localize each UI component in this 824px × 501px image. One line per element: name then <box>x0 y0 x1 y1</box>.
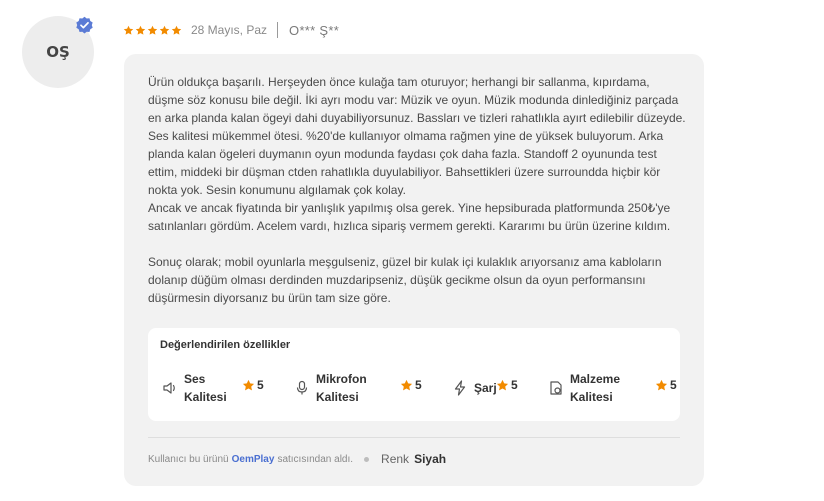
microphone-icon <box>294 380 310 396</box>
review-paragraph-1: Ürün oldukça başarılı. Herşeyden önce ku… <box>148 75 686 197</box>
feature-material-score: 5 <box>655 378 677 392</box>
feature-charging-score: 5 <box>496 378 518 392</box>
star-icon <box>242 379 255 390</box>
seller-link[interactable]: OemPlay <box>232 454 275 465</box>
purchase-prefix: Kullanıcı bu ürünü <box>148 453 229 465</box>
star-icon <box>400 379 413 390</box>
feature-charging: Şarj <box>452 370 497 406</box>
feature-material-quality: Malzeme Kalitesi <box>548 370 620 406</box>
feature-sound-quality: Ses Kalitesi <box>162 370 227 406</box>
star-icon <box>171 25 182 35</box>
feature-label: Ses Kalitesi <box>184 372 227 404</box>
rated-features-title: Değerlendirilen özellikler <box>160 339 291 351</box>
review-date: 28 Mayıs, Paz <box>191 23 268 37</box>
verified-badge-icon <box>76 16 93 34</box>
feature-label: Şarj <box>474 381 497 395</box>
review-text: Ürün oldukça başarılı. Herşeyden önce ku… <box>148 73 688 307</box>
star-icon <box>147 25 158 35</box>
review-paragraph-2: Ancak ve ancak fiyatında bir yanlışlık y… <box>148 201 671 233</box>
rated-features-panel: Değerlendirilen özellikler Ses Kalitesi 5… <box>148 328 680 421</box>
star-icon <box>159 25 170 35</box>
review-card: Ürün oldukça başarılı. Herşeyden önce ku… <box>124 54 704 486</box>
speaker-icon <box>162 380 178 396</box>
separator-dot <box>364 456 370 462</box>
star-icon <box>655 379 668 390</box>
feature-mic-quality: Mikrofon Kalitesi <box>294 370 367 406</box>
review-paragraph-3: Sonuç olarak; mobil oyunlarla meşgulseni… <box>148 255 662 305</box>
star-icon <box>496 379 509 390</box>
card-divider <box>148 437 680 438</box>
star-rating <box>123 25 182 36</box>
star-icon <box>123 25 134 35</box>
feature-sound-score: 5 <box>242 378 264 392</box>
feature-label: Mikrofon Kalitesi <box>316 372 367 404</box>
feature-label: Malzeme Kalitesi <box>570 372 621 404</box>
review-header: 28 Mayıs, Paz O*** Ş** <box>123 20 339 40</box>
feature-mic-score: 5 <box>400 378 422 392</box>
star-icon <box>135 25 146 35</box>
bolt-icon <box>452 380 468 396</box>
purchase-suffix: satıcısından aldı. <box>277 453 354 465</box>
reviewer-initials: OŞ <box>46 43 70 61</box>
variant-attribute-name: Renk <box>381 452 410 466</box>
header-divider <box>277 22 279 38</box>
reviewer-name: O*** Ş** <box>289 22 340 38</box>
purchase-info: Kullanıcı bu ürünü OemPlay satıcısından … <box>148 451 446 467</box>
material-icon <box>548 380 564 396</box>
variant-attribute-value: Siyah <box>414 452 447 466</box>
